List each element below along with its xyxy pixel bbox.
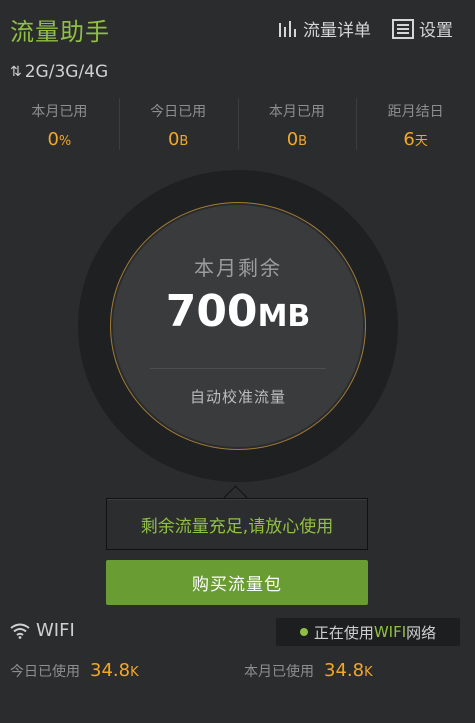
wifi-month-usage: 本月已使用 34.8K [244, 660, 373, 681]
traffic-detail-button[interactable]: 流量详单 [278, 16, 371, 41]
gauge-label: 本月剩余 [194, 256, 282, 280]
app-header: 流量助手 流量详单 设置 [0, 0, 475, 58]
stat-value: 0B [286, 129, 308, 150]
wifi-today-usage: 今日已使用 34.8K [10, 660, 139, 681]
app-title: 流量助手 [10, 18, 110, 46]
stat-label: 今日已用 [150, 104, 207, 120]
stat-label: 本月已用 [268, 104, 325, 120]
wifi-title-label: WIFI [36, 620, 75, 641]
stat-today-used: 今日已用 0B [118, 94, 238, 156]
buy-data-package-button[interactable]: 购买流量包 [106, 560, 368, 605]
stat-month-used: 本月已用 0B [237, 94, 357, 156]
remaining-gauge: 本月剩余 700MB 自动校准流量 [78, 170, 398, 482]
network-type-label: 2G/3G/4G [24, 62, 109, 82]
transfer-arrows-icon: ⇅ [10, 64, 22, 80]
stat-value: 0% [47, 129, 72, 150]
gauge-remaining-value: 700MB [165, 286, 311, 337]
wifi-icon [10, 623, 30, 639]
list-settings-icon [392, 18, 414, 39]
stat-label: 本月已用 [31, 104, 88, 120]
status-dot-icon [299, 628, 308, 636]
wifi-section-title: WIFI [10, 620, 75, 641]
stat-days-to-cycle-end: 距月结日 6天 [356, 94, 475, 156]
wifi-badge-prefix: 正在使用 [313, 623, 374, 642]
bar-chart-icon [279, 20, 296, 37]
wifi-badge-highlight: WIFI [373, 623, 407, 641]
wifi-status-badge: 正在使用 WIFI 网络 [276, 618, 460, 646]
wifi-today-value: 34.8K [90, 660, 139, 681]
auto-calibrate-button[interactable]: 自动校准流量 [78, 386, 398, 407]
settings-label: 设置 [419, 21, 453, 41]
wifi-badge-suffix: 网络 [406, 623, 437, 642]
traffic-detail-label: 流量详单 [303, 21, 371, 41]
status-tip: 剩余流量充足,请放心使用 [106, 498, 368, 550]
stat-month-used-percent: 本月已用 0% [0, 94, 119, 156]
gauge-divider [150, 368, 326, 369]
wifi-today-label: 今日已使用 [10, 664, 80, 680]
stat-value: 6天 [403, 129, 428, 150]
stat-value: 0B [167, 129, 189, 150]
wifi-month-value: 34.8K [324, 660, 373, 681]
stat-label: 距月结日 [387, 104, 444, 120]
wifi-month-label: 本月已使用 [244, 664, 314, 680]
settings-button[interactable]: 设置 [392, 16, 453, 41]
network-type-row: ⇅ 2G/3G/4G [10, 62, 108, 82]
usage-stats: 本月已用 0% 今日已用 0B 本月已用 0B 距月结日 6天 [0, 94, 475, 156]
